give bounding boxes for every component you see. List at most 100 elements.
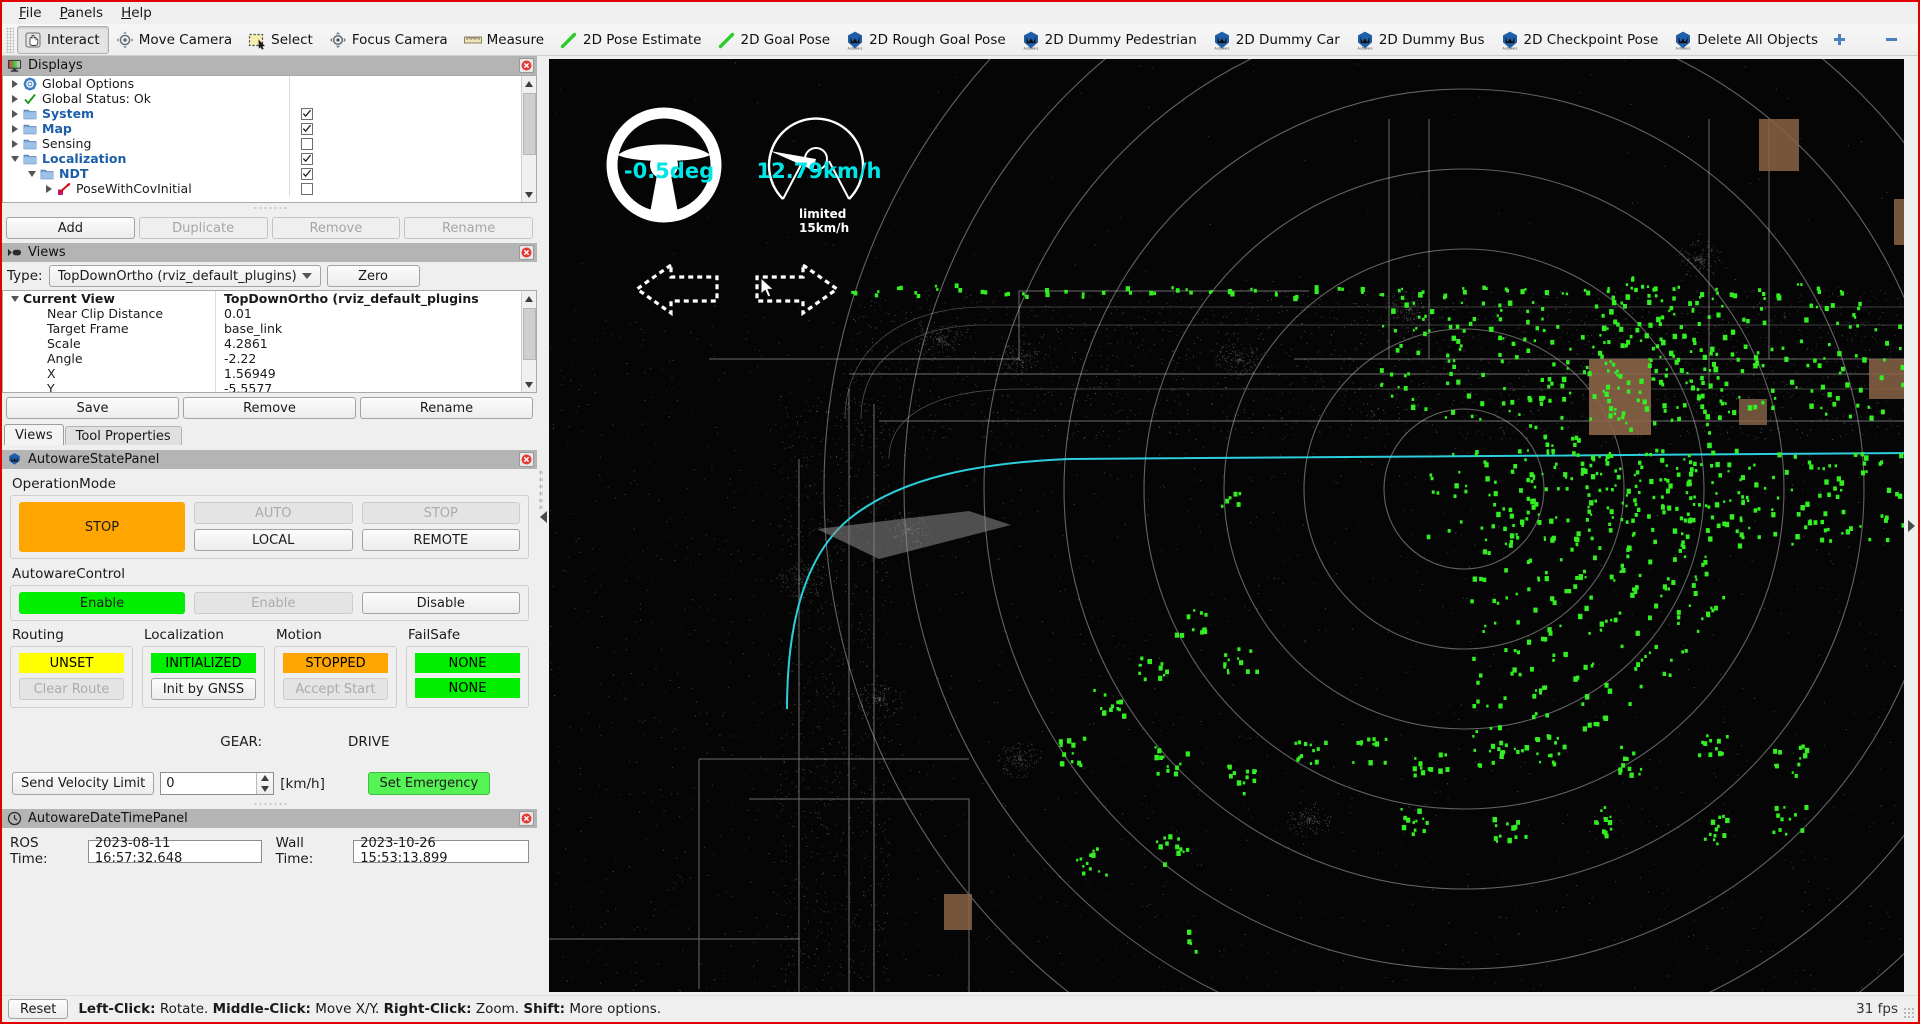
tool-button-delete-all-objects[interactable]: AutowareDelete All Objects [1667,26,1827,54]
stepper-arrows[interactable] [256,773,273,794]
displays-panel-titlebar[interactable]: Displays [2,56,537,75]
scroll-down-icon[interactable] [522,377,537,392]
resize-grip[interactable] [1903,1007,1915,1019]
state-section-button[interactable]: Clear Route [19,678,124,700]
operation-mode-local-button[interactable]: LOCAL [194,529,353,551]
view-property-row[interactable]: Current ViewTopDownOrtho (rviz_default_p… [3,291,521,306]
set-emergency-button[interactable]: Set Emergency [368,772,490,795]
reset-button[interactable]: Reset [8,999,68,1019]
display-row[interactable]: Global Status: Ok [3,91,521,106]
tool-button-measure[interactable]: Measure [457,26,553,54]
views-save-button[interactable]: Save [6,397,179,419]
display-row[interactable]: Sensing [3,136,521,151]
view-property-value[interactable]: -5.5577 [215,381,521,393]
chevron-right-icon[interactable] [12,125,18,133]
scroll-track[interactable] [522,91,537,187]
operation-mode-remote-button[interactable]: REMOTE [362,529,521,551]
tool-button-select[interactable]: Select [241,26,322,54]
display-visibility-checkbox[interactable] [301,123,313,135]
tool-button-2d-rough-goal-pose[interactable]: Autoware2D Rough Goal Pose [839,26,1015,54]
view-property-value[interactable]: 1.56949 [215,366,521,381]
tree-twisty[interactable] [7,140,23,148]
chevron-right-icon[interactable] [12,110,18,118]
tab-views[interactable]: Views [4,424,64,445]
tree-twisty[interactable] [7,125,23,133]
chevron-right-icon[interactable] [12,80,18,88]
state-section-button[interactable]: Init by GNSS [151,678,256,700]
stepper-down-icon[interactable] [257,784,273,795]
minus-icon[interactable] [1879,27,1905,53]
tool-button-2d-dummy-pedestrian[interactable]: Autoware2D Dummy Pedestrian [1015,26,1206,54]
chevron-down-icon[interactable] [11,156,19,162]
displays-rename-button[interactable]: Rename [404,217,533,239]
chevron-right-icon[interactable] [12,95,18,103]
display-visibility-checkbox[interactable] [301,138,313,150]
chevron-down-icon[interactable] [28,171,36,177]
datetime-panel-titlebar[interactable]: AutowareDateTimePanel [2,809,537,828]
operation-mode-stop-button[interactable]: STOP [362,502,521,524]
views-remove-button[interactable]: Remove [183,397,356,419]
autoware-control-disable-button[interactable]: Disable [362,592,521,614]
tool-button-2d-dummy-car[interactable]: Autoware2D Dummy Car [1206,26,1349,54]
views-scrollbar[interactable] [521,291,536,392]
stepper-up-icon[interactable] [257,773,273,784]
tab-tool-properties[interactable]: Tool Properties [65,426,182,445]
collapse-left-panel-icon[interactable] [540,511,547,523]
tool-button-focus-camera[interactable]: Focus Camera [322,26,457,54]
displays-remove-button[interactable]: Remove [272,217,401,239]
scroll-up-icon[interactable] [522,76,537,91]
menu-file[interactable]: File [10,3,51,23]
menu-panels[interactable]: Panels [51,3,112,23]
left-splitter[interactable] [537,56,549,995]
close-icon[interactable] [519,811,534,826]
chevron-right-icon[interactable] [12,140,18,148]
state-panel-titlebar[interactable]: AutowareStatePanel [2,450,537,469]
view-type-combo[interactable]: TopDownOrtho (rviz_default_plugins) [49,265,321,287]
display-row[interactable]: System [3,106,521,121]
tree-twisty[interactable] [7,156,23,162]
close-icon[interactable] [519,245,534,260]
displays-resize-handle[interactable] [2,203,537,213]
3d-render-view[interactable]: -0.5deg 12.79km/h limited 15km/h [549,59,1904,992]
display-row[interactable]: Global Options [3,76,521,91]
view-property-value[interactable]: 0.01 [215,306,521,321]
tool-button-2d-checkpoint-pose[interactable]: Autoware2D Checkpoint Pose [1494,26,1668,54]
state-section-button[interactable]: Accept Start [283,678,388,700]
close-icon[interactable] [519,452,534,467]
tree-twisty[interactable] [24,171,40,177]
view-property-value[interactable]: TopDownOrtho (rviz_default_plugins [215,291,521,306]
display-visibility-checkbox[interactable] [301,153,313,165]
chevron-right-icon[interactable] [46,185,52,193]
display-visibility-checkbox[interactable] [301,108,313,120]
collapse-right-panel-icon[interactable] [1908,520,1915,532]
autoware-control-enable-button[interactable]: Enable [194,592,353,614]
display-row[interactable]: PoseWithCovInitial [3,181,521,196]
zero-button[interactable]: Zero [327,265,420,287]
display-row[interactable]: Map [3,121,521,136]
tree-twisty[interactable] [7,110,23,118]
operation-mode-auto-button[interactable]: AUTO [194,502,353,524]
tool-button-2d-goal-pose[interactable]: 2D Goal Pose [711,26,840,54]
display-row[interactable]: Localization [3,151,521,166]
velocity-limit-stepper[interactable]: 0 [160,772,274,795]
view-property-row[interactable]: Target Framebase_link [3,321,521,336]
view-property-row[interactable]: Angle-2.22 [3,351,521,366]
toolbar-grip[interactable] [6,27,14,53]
tool-button-2d-pose-estimate[interactable]: 2D Pose Estimate [553,26,710,54]
view-property-value[interactable]: base_link [215,321,521,336]
tool-button-move-camera[interactable]: Move Camera [109,26,241,54]
displays-add-button[interactable]: Add [6,217,135,239]
displays-scrollbar[interactable] [521,76,536,202]
chevron-down-icon[interactable] [11,296,19,302]
tree-twisty[interactable] [7,95,23,103]
view-property-row[interactable]: Near Clip Distance0.01 [3,306,521,321]
ros-time-field[interactable]: 2023-08-11 16:57:32.648 [88,840,262,863]
display-visibility-checkbox[interactable] [301,168,313,180]
displays-tree[interactable]: Global OptionsGlobal Status: OkSystemMap… [2,75,537,203]
view-property-row[interactable]: Scale4.2861 [3,336,521,351]
send-velocity-limit-button[interactable]: Send Velocity Limit [12,772,154,795]
view-property-row[interactable]: Y-5.5577 [3,381,521,393]
tree-twisty[interactable] [41,185,57,193]
menu-help[interactable]: Help [112,3,161,23]
views-rename-button[interactable]: Rename [360,397,533,419]
